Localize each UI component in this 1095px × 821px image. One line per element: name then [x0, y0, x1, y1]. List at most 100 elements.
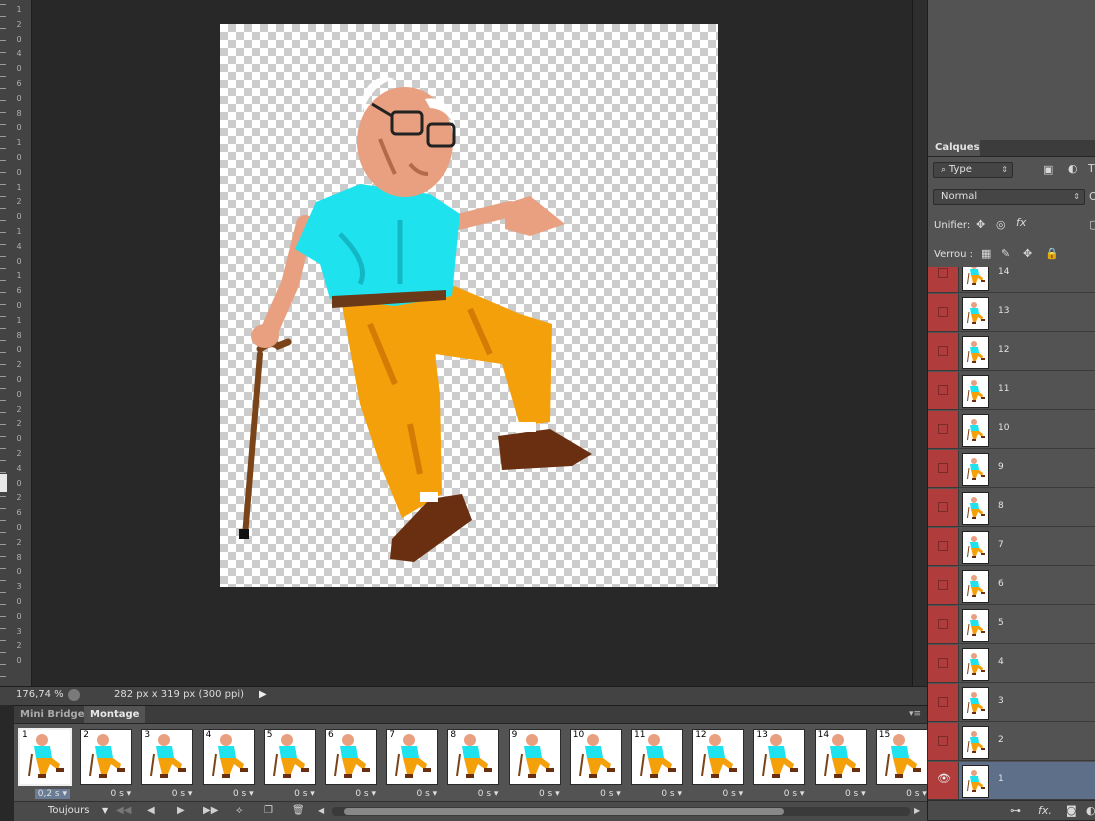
layer-visibility-toggle[interactable]	[928, 450, 959, 487]
layer-name[interactable]: 11	[998, 384, 1009, 394]
lock-all-icon[interactable]: 🔒	[1045, 247, 1059, 260]
loop-dropdown[interactable]: Toujours ▼	[48, 804, 110, 818]
filter-image-icon[interactable]: ▣	[1043, 163, 1053, 176]
layer-row[interactable]: 8	[928, 489, 1095, 527]
layer-row[interactable]: 12	[928, 333, 1095, 371]
layer-name[interactable]: 13	[998, 306, 1009, 316]
layer-row[interactable]: 9	[928, 450, 1095, 488]
layer-name[interactable]: 10	[998, 423, 1009, 433]
lock-paint-icon[interactable]: ✎	[1001, 247, 1010, 260]
tab-calques[interactable]: Calques	[928, 140, 980, 156]
trash-icon[interactable]: 🗑	[292, 805, 305, 816]
scroll-right-icon[interactable]: ▶	[914, 806, 920, 815]
layer-name[interactable]: 12	[998, 345, 1009, 355]
layer-visibility-toggle[interactable]	[928, 567, 959, 604]
animation-frame[interactable]: 3 0 s ▾	[140, 728, 198, 799]
frame-delay-dropdown[interactable]: 0 s ▾	[478, 789, 499, 799]
layer-visibility-toggle[interactable]	[928, 333, 959, 370]
layer-row[interactable]: 4	[928, 645, 1095, 683]
filter-adjustment-icon[interactable]: ◐	[1068, 162, 1078, 175]
frame-delay-dropdown[interactable]: 0 s ▾	[111, 789, 132, 799]
play-icon[interactable]: ▶	[177, 805, 185, 816]
animation-frame[interactable]: 15 0 s ▾	[875, 728, 933, 799]
animation-frame[interactable]: 5 0 s ▾	[263, 728, 321, 799]
timeline-scrollbar[interactable]	[332, 807, 910, 816]
layer-visibility-toggle[interactable]	[928, 411, 959, 448]
layer-row[interactable]: 11	[928, 372, 1095, 410]
animation-frame[interactable]: 6 0 s ▾	[324, 728, 382, 799]
frame-delay-dropdown[interactable]: 0 s ▾	[539, 789, 560, 799]
animation-frame[interactable]: 11 0 s ▾	[630, 728, 688, 799]
frame-delay-dropdown[interactable]: 0,2 s ▾	[34, 789, 70, 799]
animation-frame[interactable]: 10 0 s ▾	[569, 728, 627, 799]
layer-row[interactable]: 2	[928, 723, 1095, 761]
layer-name[interactable]: 14	[998, 267, 1009, 277]
animation-frame[interactable]: 1 0,2 s ▾	[18, 728, 76, 799]
frame-delay-dropdown[interactable]: 0 s ▾	[355, 789, 376, 799]
unify-visibility-icon[interactable]: ◎	[996, 218, 1006, 231]
propagate-icon[interactable]: ▢	[1089, 218, 1095, 231]
layer-name[interactable]: 3	[998, 696, 1004, 706]
unify-position-icon[interactable]: ✥	[976, 218, 985, 231]
layer-row[interactable]: 13	[928, 294, 1095, 332]
lock-transparency-icon[interactable]: ▦	[981, 247, 991, 260]
animation-frame[interactable]: 8 0 s ▾	[446, 728, 504, 799]
layer-visibility-toggle[interactable]	[928, 684, 959, 721]
document-canvas[interactable]	[220, 24, 718, 587]
layer-row[interactable]: 14	[928, 267, 1095, 293]
zoom-level[interactable]: 176,74 %	[16, 689, 64, 700]
animation-frame[interactable]: 2 0 s ▾	[79, 728, 137, 799]
frame-delay-dropdown[interactable]: 0 s ▾	[417, 789, 438, 799]
timeline-scroll-thumb[interactable]	[344, 808, 784, 815]
filter-type-dropdown[interactable]: ⌕ Type ⇕	[933, 162, 1013, 178]
frame-delay-dropdown[interactable]: 0 s ▾	[600, 789, 621, 799]
frame-delay-dropdown[interactable]: 0 s ▾	[784, 789, 805, 799]
layer-name[interactable]: 4	[998, 657, 1004, 667]
layer-visibility-toggle[interactable]	[928, 528, 959, 565]
layer-name[interactable]: 8	[998, 501, 1004, 511]
adjustment-layer-icon[interactable]: ◐	[1086, 804, 1095, 817]
layer-name[interactable]: 7	[998, 540, 1004, 550]
layer-style-icon[interactable]: fx.	[1038, 804, 1052, 817]
layer-name[interactable]: 2	[998, 735, 1004, 745]
animation-frame[interactable]: 13 0 s ▾	[752, 728, 810, 799]
scroll-left-icon[interactable]: ◀	[318, 806, 324, 815]
layer-row[interactable]: 7	[928, 528, 1095, 566]
frame-delay-dropdown[interactable]: 0 s ▾	[172, 789, 193, 799]
frame-delay-dropdown[interactable]: 0 s ▾	[845, 789, 866, 799]
layer-row[interactable]: 3	[928, 684, 1095, 722]
tab-mini-bridge[interactable]: Mini Bridge	[14, 706, 91, 723]
duplicate-frame-icon[interactable]: ❐	[264, 805, 273, 816]
layer-visibility-toggle[interactable]	[928, 489, 959, 526]
add-mask-icon[interactable]: ◙	[1066, 804, 1077, 817]
layer-name[interactable]: 9	[998, 462, 1004, 472]
layer-row[interactable]: 10	[928, 411, 1095, 449]
tab-montage[interactable]: Montage	[84, 706, 146, 723]
previous-frame-icon[interactable]: ◀	[147, 805, 155, 816]
frame-delay-dropdown[interactable]: 0 s ▾	[294, 789, 315, 799]
layer-visibility-toggle[interactable]	[928, 294, 959, 331]
lock-move-icon[interactable]: ✥	[1023, 247, 1032, 260]
layer-visibility-toggle[interactable]	[928, 606, 959, 643]
filter-text-icon[interactable]: T	[1088, 162, 1095, 175]
first-frame-icon[interactable]: ◀◀	[116, 805, 131, 816]
animation-frame[interactable]: 12 0 s ▾	[691, 728, 749, 799]
layer-row[interactable]: 👁 1	[928, 762, 1095, 800]
animation-frame[interactable]: 14 0 s ▾	[814, 728, 872, 799]
link-layers-icon[interactable]: ⊶	[1010, 804, 1021, 817]
layer-name[interactable]: 1	[998, 774, 1004, 784]
layer-visibility-toggle[interactable]	[928, 645, 959, 682]
blend-mode-dropdown[interactable]: Normal ⇕	[933, 189, 1085, 205]
layer-visibility-toggle[interactable]	[928, 267, 959, 292]
layer-visibility-toggle[interactable]	[928, 372, 959, 409]
status-menu-arrow-icon[interactable]: ▶	[259, 689, 267, 700]
frame-delay-dropdown[interactable]: 0 s ▾	[661, 789, 682, 799]
animation-frame[interactable]: 7 0 s ▾	[385, 728, 443, 799]
next-frame-icon[interactable]: ▶▶	[203, 805, 218, 816]
status-info-icon[interactable]	[68, 689, 80, 701]
animation-frame[interactable]: 9 0 s ▾	[508, 728, 566, 799]
panel-menu-icon[interactable]: ▾≡	[909, 709, 921, 719]
frame-delay-dropdown[interactable]: 0 s ▾	[723, 789, 744, 799]
frame-delay-dropdown[interactable]: 0 s ▾	[233, 789, 254, 799]
layer-name[interactable]: 5	[998, 618, 1004, 628]
